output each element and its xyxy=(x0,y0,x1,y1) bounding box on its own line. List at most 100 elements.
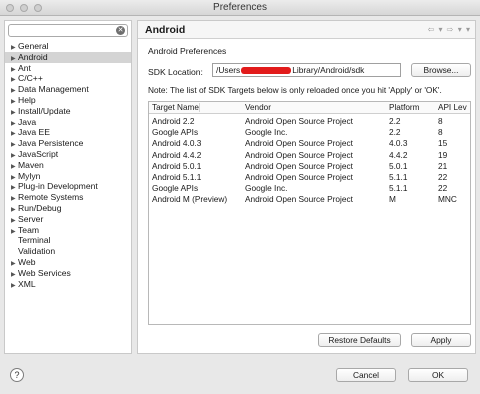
sidebar-item-maven[interactable]: ▶ Maven xyxy=(5,160,131,171)
expand-arrow-icon[interactable]: ▶ xyxy=(11,281,18,292)
browse-button[interactable]: Browse... xyxy=(411,63,471,77)
vendor-cell: Android Open Source Project xyxy=(245,116,353,126)
table-row[interactable]: Google APIs Google Inc. 5.1.1 22 xyxy=(149,183,470,194)
sidebar-item-web[interactable]: ▶ Web xyxy=(5,257,131,268)
help-button[interactable]: ? xyxy=(10,368,24,382)
sidebar-item-label: Ant xyxy=(18,62,31,73)
vendor-cell: Google Inc. xyxy=(245,183,288,194)
sidebar-item-label: Terminal xyxy=(18,235,51,246)
android-preferences-panel: Android ⇦ ▾ ⇨ ▾ ▾ Android Preferences SD… xyxy=(137,20,476,354)
table-row[interactable]: Android 4.4.2 Android Open Source Project… xyxy=(149,150,470,161)
section-label: Android Preferences xyxy=(148,46,227,56)
ok-button[interactable]: OK xyxy=(408,368,468,382)
sidebar-item-mylyn[interactable]: ▶ Mylyn xyxy=(5,171,131,182)
sidebar-item-label: XML xyxy=(18,278,36,289)
preference-tree: ▶ General ▶ Android ▶ Ant ▶ C/C++ ▶ Data Manageme… xyxy=(5,41,131,289)
sidebar-item-xml[interactable]: ▶ XML xyxy=(5,279,131,290)
filter-input[interactable] xyxy=(12,26,112,36)
sidebar-item-label: Help xyxy=(18,94,36,105)
column-header-vendor[interactable]: Vendor xyxy=(245,103,271,112)
sidebar-item-java-ee[interactable]: ▶ Java EE xyxy=(5,127,131,138)
table-row[interactable]: Android 5.1.1 Android Open Source Project… xyxy=(149,172,470,183)
preferences-sidebar: ✕ ▶ General ▶ Android ▶ Ant ▶ C/C++ ▶ Data Manage… xyxy=(4,20,132,354)
sidebar-item-java[interactable]: ▶ Java xyxy=(5,117,131,128)
target-name-cell: Android 2.2 xyxy=(152,116,195,126)
sidebar-item-javascript[interactable]: ▶ JavaScript xyxy=(5,149,131,160)
sidebar-item-java-persistence[interactable]: ▶ Java Persistence xyxy=(5,138,131,149)
table-row[interactable]: Android 4.0.3 Android Open Source Project… xyxy=(149,138,470,149)
sidebar-item-label: Web Services xyxy=(18,267,71,278)
api-level-cell: MNC xyxy=(438,194,457,205)
window-title: Preferences xyxy=(213,2,267,13)
sidebar-item-label: Java EE xyxy=(18,127,51,138)
cancel-button[interactable]: Cancel xyxy=(336,368,396,382)
sidebar-item-team[interactable]: ▶ Team xyxy=(5,225,131,236)
vendor-cell: Google Inc. xyxy=(245,127,288,138)
view-menu-icon[interactable]: ▾ xyxy=(466,25,471,34)
api-level-cell: 21 xyxy=(438,160,448,171)
api-level-cell: 19 xyxy=(438,149,448,160)
sidebar-item-terminal[interactable]: Terminal xyxy=(5,235,131,246)
sidebar-item-web-services[interactable]: ▶ Web Services xyxy=(5,268,131,279)
platform-cell: 5.1.1 xyxy=(389,172,408,182)
sidebar-item-label: Maven xyxy=(18,159,44,170)
sidebar-item-label: JavaScript xyxy=(18,148,59,159)
platform-cell: 5.0.1 xyxy=(389,160,408,171)
sidebar-item-label: C/C++ xyxy=(18,73,43,84)
sidebar-item-label: Mylyn xyxy=(18,170,41,181)
api-level-cell: 22 xyxy=(438,183,448,194)
reload-note: Note: The list of SDK Targets below is o… xyxy=(148,85,442,95)
sidebar-item-label: Plug-in Development xyxy=(18,181,98,192)
table-header: Target Name Vendor Platform API Lev xyxy=(149,102,470,114)
forward-arrow-icon[interactable]: ⇨ ▾ xyxy=(447,25,463,34)
table-row[interactable]: Android M (Preview) Android Open Source P… xyxy=(149,194,470,205)
target-name-cell: Google APIs xyxy=(152,127,199,138)
sidebar-item-label: Web xyxy=(18,256,36,267)
sidebar-item-help[interactable]: ▶ Help xyxy=(5,95,131,106)
clear-filter-icon[interactable]: ✕ xyxy=(116,26,125,35)
sidebar-item-plug-in-development[interactable]: ▶ Plug-in Development xyxy=(5,181,131,192)
sidebar-item-install-update[interactable]: ▶ Install/Update xyxy=(5,106,131,117)
table-row[interactable]: Android 5.0.1 Android Open Source Project… xyxy=(149,161,470,172)
sidebar-item-label: Java Persistence xyxy=(18,138,84,149)
table-row[interactable]: Google APIs Google Inc. 2.2 8 xyxy=(149,127,470,138)
vendor-cell: Android Open Source Project xyxy=(245,172,353,182)
panel-header: Android ⇦ ▾ ⇨ ▾ ▾ xyxy=(138,21,475,39)
sidebar-item-ant[interactable]: ▶ Ant xyxy=(5,63,131,74)
sdk-path-suffix: Library/Android/sdk xyxy=(292,65,365,75)
column-header-target-name[interactable]: Target Name xyxy=(152,103,200,112)
target-name-cell: Google APIs xyxy=(152,183,199,194)
history-nav: ⇦ ▾ ⇨ ▾ ▾ xyxy=(428,25,471,34)
vendor-cell: Android Open Source Project xyxy=(245,149,353,160)
sidebar-item-label: Server xyxy=(18,213,44,224)
target-name-cell: Android 4.0.3 xyxy=(152,138,202,149)
column-header-platform[interactable]: Platform xyxy=(389,103,419,112)
sidebar-item-general[interactable]: ▶ General xyxy=(5,41,131,52)
sdk-location-field[interactable]: /Users Library/Android/sdk xyxy=(212,63,401,77)
sdk-location-label: SDK Location: xyxy=(148,67,203,77)
target-name-cell: Android M (Preview) xyxy=(152,194,228,205)
sidebar-item-validation[interactable]: Validation xyxy=(5,246,131,257)
target-name-cell: Android 4.4.2 xyxy=(152,149,202,160)
platform-cell: M xyxy=(389,194,396,205)
restore-defaults-button[interactable]: Restore Defaults xyxy=(318,333,401,347)
sidebar-item-label: Java xyxy=(18,116,37,127)
platform-cell: 2.2 xyxy=(389,116,401,126)
sidebar-item-c-c-[interactable]: ▶ C/C++ xyxy=(5,73,131,84)
redaction-mark xyxy=(241,67,292,75)
back-arrow-icon[interactable]: ⇦ ▾ xyxy=(428,25,444,34)
api-level-cell: 8 xyxy=(438,127,443,138)
sidebar-item-label: General xyxy=(18,41,49,51)
column-header-api-level[interactable]: API Lev xyxy=(438,103,467,112)
sidebar-item-android[interactable]: ▶ Android xyxy=(5,51,131,63)
sidebar-item-data-management[interactable]: ▶ Data Management xyxy=(5,84,131,95)
sdk-targets-table: Target Name Vendor Platform API Lev Andr… xyxy=(148,101,471,325)
table-row[interactable]: Android 2.2 Android Open Source Project 2.… xyxy=(149,116,470,127)
platform-cell: 5.1.1 xyxy=(389,183,408,194)
apply-button[interactable]: Apply xyxy=(411,333,471,347)
sidebar-item-remote-systems[interactable]: ▶ Remote Systems xyxy=(5,192,131,203)
sidebar-item-label: Data Management xyxy=(18,84,89,95)
title-bar: Preferences xyxy=(0,0,480,16)
sidebar-item-server[interactable]: ▶ Server xyxy=(5,214,131,225)
sidebar-item-run-debug[interactable]: ▶ Run/Debug xyxy=(5,203,131,214)
